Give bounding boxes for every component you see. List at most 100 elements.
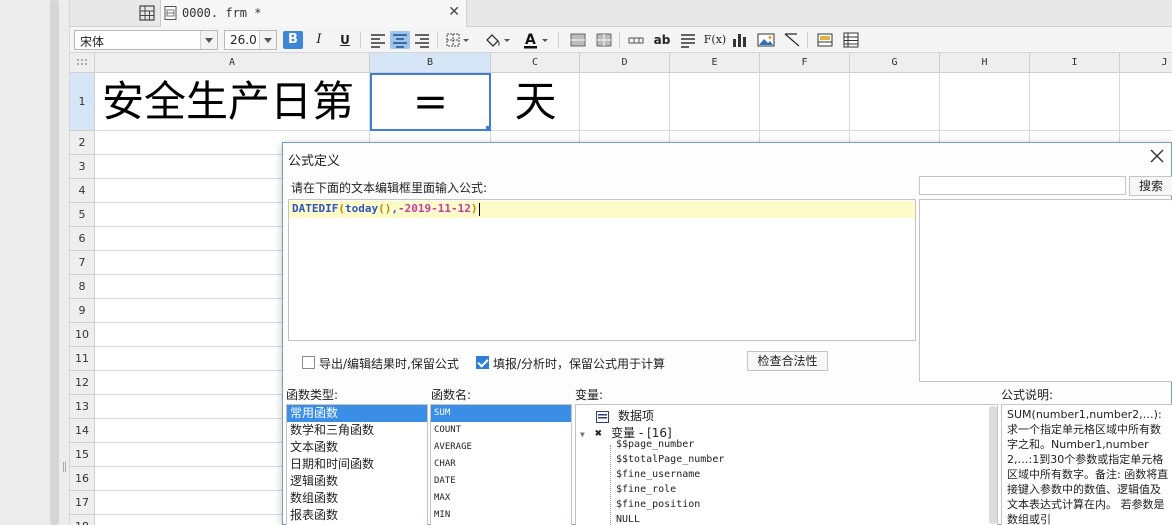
- column-header-g[interactable]: G: [850, 53, 940, 73]
- bold-button[interactable]: B: [283, 31, 303, 49]
- font-family-select[interactable]: 宋体: [74, 30, 218, 50]
- column-header-b[interactable]: B: [370, 53, 491, 73]
- chevron-down-icon[interactable]: [259, 31, 276, 49]
- row-header-15[interactable]: 15: [70, 443, 95, 467]
- underline-button[interactable]: U: [335, 31, 355, 49]
- column-header-c[interactable]: C: [491, 53, 580, 73]
- row-header-9[interactable]: 9: [70, 299, 95, 323]
- chart-button[interactable]: [730, 31, 750, 49]
- report-properties-button[interactable]: [841, 31, 861, 49]
- column-header-d[interactable]: D: [580, 53, 670, 73]
- column-header-a[interactable]: A: [95, 53, 370, 73]
- function-name-item[interactable]: DATE: [431, 473, 571, 490]
- text-icon: ab: [653, 33, 671, 47]
- column-header-h[interactable]: H: [940, 53, 1030, 73]
- function-type-item[interactable]: 常用函数: [287, 405, 427, 422]
- function-type-item[interactable]: 数组函数: [287, 490, 427, 507]
- function-name-list[interactable]: SUM COUNT AVERAGE CHAR DATE MAX MIN: [430, 404, 572, 525]
- row-header-4[interactable]: 4: [70, 179, 95, 203]
- validate-button[interactable]: 检查合法性: [747, 351, 828, 371]
- close-tab-icon[interactable]: ✕: [448, 4, 460, 20]
- function-name-item[interactable]: CHAR: [431, 456, 571, 473]
- function-search-input[interactable]: [919, 176, 1126, 195]
- align-center-icon: [393, 34, 407, 48]
- row-header-6[interactable]: 6: [70, 227, 95, 251]
- align-right-button[interactable]: [412, 31, 432, 49]
- function-type-item[interactable]: 日期和时间函数: [287, 456, 427, 473]
- toolbar-divider: [807, 32, 808, 48]
- row-header-11[interactable]: 11: [70, 347, 95, 371]
- function-name-item[interactable]: AVERAGE: [431, 439, 571, 456]
- italic-button[interactable]: I: [309, 31, 329, 49]
- tree-item-data-item[interactable]: 数据项: [596, 407, 654, 424]
- fill-color-button[interactable]: [483, 31, 513, 49]
- search-button[interactable]: 搜索: [1129, 176, 1172, 196]
- function-type-label: 函数类型:: [286, 388, 339, 402]
- function-name-item[interactable]: MAX: [431, 490, 571, 507]
- row-header-3[interactable]: 3: [70, 155, 95, 179]
- chevron-down-icon[interactable]: [200, 31, 217, 49]
- function-name-item[interactable]: SUM: [431, 405, 571, 422]
- tab-file[interactable]: 0000. frm * ✕: [160, 0, 467, 27]
- variable-item[interactable]: $fine_username: [616, 469, 700, 480]
- text-cell-button[interactable]: ab: [651, 31, 673, 49]
- merge-cells-button[interactable]: [568, 31, 588, 49]
- export-keep-formula-checkbox[interactable]: [302, 356, 315, 369]
- column-header-j[interactable]: J: [1120, 53, 1172, 73]
- row-header-8[interactable]: 8: [70, 275, 95, 299]
- variable-tree-scrollbar[interactable]: [989, 406, 997, 524]
- function-type-item[interactable]: 报表函数: [287, 507, 427, 524]
- split-cells-button[interactable]: [594, 31, 614, 49]
- variable-item[interactable]: $fine_role: [616, 484, 676, 495]
- grid-layout-icon[interactable]: [138, 4, 156, 22]
- variable-item[interactable]: $$page_number: [616, 439, 694, 450]
- insert-row-button[interactable]: [626, 31, 646, 49]
- paragraph-button[interactable]: [678, 31, 698, 49]
- function-name-item[interactable]: MIN: [431, 507, 571, 524]
- font-color-button[interactable]: A: [521, 31, 551, 49]
- row-header-17[interactable]: 17: [70, 491, 95, 515]
- row-header-16[interactable]: 16: [70, 467, 95, 491]
- fill-handle[interactable]: [486, 126, 491, 131]
- underline-icon: U: [340, 33, 350, 47]
- formula-button[interactable]: F(x): [703, 31, 727, 49]
- variable-item[interactable]: $$totalPage_number: [616, 454, 724, 465]
- row-header-10[interactable]: 10: [70, 323, 95, 347]
- function-type-item[interactable]: 数学和三角函数: [287, 422, 427, 439]
- border-button[interactable]: [444, 31, 472, 49]
- cell-a1[interactable]: 安全生产日第: [102, 74, 370, 130]
- fill-keep-formula-checkbox[interactable]: [476, 356, 489, 369]
- row-header-7[interactable]: 7: [70, 251, 95, 275]
- column-header-i[interactable]: I: [1030, 53, 1120, 73]
- align-center-button[interactable]: [390, 31, 410, 49]
- select-all-corner[interactable]: [70, 53, 95, 73]
- function-type-item[interactable]: 逻辑函数: [287, 473, 427, 490]
- variable-tree[interactable]: 数据项 ▼ ✖ 变量 - [16] $$page_number $$totalPa…: [575, 404, 998, 525]
- collapse-arrow-icon[interactable]: ▼: [580, 430, 585, 439]
- row-header-2[interactable]: 2: [70, 131, 95, 155]
- row-header-13[interactable]: 13: [70, 395, 95, 419]
- function-name-item[interactable]: COUNT: [431, 422, 571, 439]
- slash-button[interactable]: [782, 31, 802, 49]
- panel-resize-handle[interactable]: [63, 462, 66, 472]
- row-header-14[interactable]: 14: [70, 419, 95, 443]
- variable-item[interactable]: $fine_position: [616, 499, 700, 510]
- font-size-select[interactable]: 26.0: [224, 30, 277, 50]
- row-header-12[interactable]: 12: [70, 371, 95, 395]
- cell-c1[interactable]: 天: [491, 74, 580, 130]
- row-header-1[interactable]: 1: [70, 73, 95, 131]
- column-header-e[interactable]: E: [670, 53, 760, 73]
- variable-item[interactable]: NULL: [616, 514, 640, 525]
- formula-icon: F(x): [703, 33, 727, 46]
- left-panel-scrollbar[interactable]: [50, 0, 59, 525]
- cell-attribute-button[interactable]: [815, 31, 835, 49]
- function-type-item[interactable]: 文本函数: [287, 439, 427, 456]
- row-header-5[interactable]: 5: [70, 203, 95, 227]
- row-header-18[interactable]: 18: [70, 515, 95, 525]
- column-header-f[interactable]: F: [760, 53, 850, 73]
- formula-editor[interactable]: DATEDIF(today(),-2019-11-12): [288, 199, 916, 341]
- close-icon[interactable]: [1149, 148, 1165, 164]
- image-button[interactable]: [756, 31, 776, 49]
- align-left-button[interactable]: [368, 31, 388, 49]
- function-type-list[interactable]: 常用函数 数学和三角函数 文本函数 日期和时间函数 逻辑函数 数组函数 报表函数: [286, 404, 428, 525]
